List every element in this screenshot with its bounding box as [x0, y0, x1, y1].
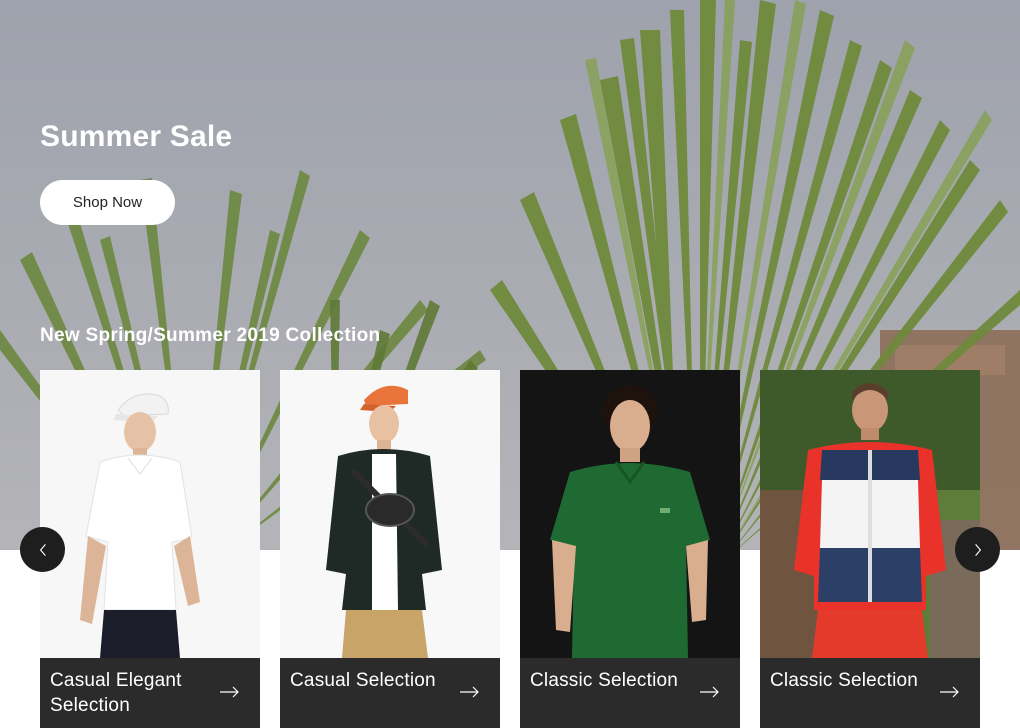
card-label-bar[interactable]: Classic Selection: [760, 658, 980, 728]
card-label: Casual Elegant Selection: [50, 670, 182, 716]
collection-title: New Spring/Summer 2019 Collection: [40, 325, 381, 346]
card-label: Classic Selection: [530, 670, 679, 691]
product-card[interactable]: Casual Selection: [280, 370, 500, 728]
card-label-bar[interactable]: Classic Selection: [520, 658, 740, 728]
carousel-next-button[interactable]: [955, 527, 1000, 572]
shop-now-button[interactable]: Shop Now: [40, 180, 175, 225]
arrow-right-icon: [940, 686, 959, 698]
product-card[interactable]: Casual Elegant Selection: [40, 370, 260, 728]
product-card[interactable]: Classic Selection: [760, 370, 980, 728]
card-label: Casual Selection: [290, 670, 436, 691]
product-photo-black-jacket: [280, 370, 500, 658]
product-photo-white-polo: [40, 370, 260, 658]
chevron-right-icon: [974, 543, 981, 556]
card-label-bar[interactable]: Casual Elegant Selection: [40, 658, 260, 728]
card-label: Classic Selection: [770, 670, 919, 691]
arrow-right-icon: [460, 686, 479, 698]
product-card[interactable]: Classic Selection: [520, 370, 740, 728]
product-photo-green-polo: [520, 370, 740, 658]
product-photo-tracksuit: [760, 370, 980, 658]
arrow-right-icon: [700, 686, 719, 698]
card-label-bar[interactable]: Casual Selection: [280, 658, 500, 728]
hero-title: Summer Sale: [40, 120, 233, 153]
arrow-right-icon: [220, 686, 239, 698]
chevron-left-icon: [39, 543, 46, 556]
carousel-prev-button[interactable]: [20, 527, 65, 572]
